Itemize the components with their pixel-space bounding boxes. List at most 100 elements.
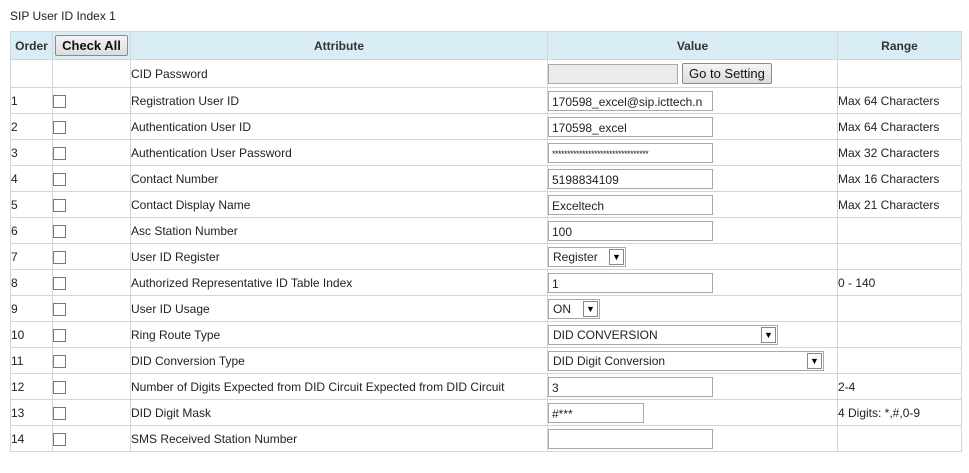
row-checkbox[interactable] — [53, 276, 66, 290]
table-row: 13 DID Digit Mask #*** 4 Digits: *,#,0-9 — [10, 399, 962, 426]
range-cell: Max 21 Characters — [837, 191, 962, 218]
check-all-header: Check All — [52, 31, 131, 60]
checkbox-cell — [52, 321, 131, 348]
user-id-register-select[interactable]: Register ▼ — [548, 246, 626, 267]
value-cell: Register ▼ — [547, 243, 838, 270]
page-title: SIP User ID Index 1 — [10, 9, 116, 23]
value-cell: ******************************** — [547, 139, 838, 166]
checkbox-cell — [52, 217, 131, 244]
select-value: DID Digit Conversion — [553, 353, 666, 368]
range-cell: Max 32 Characters — [837, 139, 962, 166]
range-cell — [837, 425, 962, 452]
checkbox-cell — [52, 295, 131, 322]
sms-received-station-input[interactable] — [548, 428, 713, 449]
value-cell: DID CONVERSION ▼ — [547, 321, 838, 348]
order-cell: 2 — [10, 113, 53, 140]
value-cell: Go to Setting — [547, 59, 838, 88]
table-row: 1 Registration User ID 170598_excel@sip.… — [10, 87, 962, 114]
range-cell: Max 64 Characters — [837, 113, 962, 140]
ring-route-type-select[interactable]: DID CONVERSION ▼ — [548, 324, 778, 345]
table-row: 2 Authentication User ID 170598_excel Ma… — [10, 113, 962, 140]
select-value: ON — [553, 301, 571, 316]
order-header: Order — [10, 31, 53, 60]
table-row: 9 User ID Usage ON ▼ — [10, 295, 962, 322]
table-row: 11 DID Conversion Type DID Digit Convers… — [10, 347, 962, 374]
go-to-setting-button[interactable]: Go to Setting — [682, 62, 772, 84]
table-row: 12 Number of Digits Expected from DID Ci… — [10, 373, 962, 400]
value-cell: 5198834109 — [547, 165, 838, 192]
attribute-cell: CID Password — [130, 59, 548, 88]
checkbox-cell — [52, 87, 131, 114]
row-checkbox[interactable] — [53, 198, 66, 212]
checkbox-cell — [52, 399, 131, 426]
checkbox-cell — [52, 191, 131, 218]
attribute-header: Attribute — [130, 31, 548, 60]
range-cell — [837, 243, 962, 270]
attribute-cell: User ID Usage — [130, 295, 548, 322]
checkbox-cell — [52, 243, 131, 270]
row-checkbox[interactable] — [53, 224, 66, 238]
value-cell: 170598_excel — [547, 113, 838, 140]
order-cell: 9 — [10, 295, 53, 322]
contact-number-input[interactable]: 5198834109 — [548, 168, 713, 189]
user-id-usage-select[interactable]: ON ▼ — [548, 298, 600, 319]
did-digit-mask-input[interactable]: #*** — [548, 402, 644, 423]
order-cell — [10, 59, 53, 88]
order-cell: 8 — [10, 269, 53, 296]
row-checkbox[interactable] — [53, 120, 66, 134]
value-cell: 170598_excel@sip.icttech.n — [547, 87, 838, 114]
order-cell: 11 — [10, 347, 53, 374]
value-cell — [547, 425, 838, 452]
attribute-cell: Authorized Representative ID Table Index — [130, 269, 548, 296]
authentication-user-id-input[interactable]: 170598_excel — [548, 116, 713, 137]
order-cell: 13 — [10, 399, 53, 426]
value-cell: #*** — [547, 399, 838, 426]
attribute-cell: Authentication User ID — [130, 113, 548, 140]
select-value: DID CONVERSION — [553, 327, 658, 342]
row-checkbox[interactable] — [53, 380, 66, 394]
asc-station-number-input[interactable]: 100 — [548, 220, 713, 241]
attribute-cell: Ring Route Type — [130, 321, 548, 348]
row-checkbox[interactable] — [53, 406, 66, 420]
row-checkbox[interactable] — [53, 172, 66, 186]
value-cell: 1 — [547, 269, 838, 296]
chevron-down-icon: ▼ — [761, 326, 776, 343]
range-cell: 4 Digits: *,#,0-9 — [837, 399, 962, 426]
registration-user-id-input[interactable]: 170598_excel@sip.icttech.n — [548, 90, 713, 111]
range-cell: 2-4 — [837, 373, 962, 400]
attribute-cell: SMS Received Station Number — [130, 425, 548, 452]
check-all-button[interactable]: Check All — [55, 35, 128, 56]
order-cell: 5 — [10, 191, 53, 218]
num-digits-expected-input[interactable]: 3 — [548, 376, 713, 397]
authorized-rep-index-input[interactable]: 1 — [548, 272, 713, 293]
cid-password-input — [548, 64, 678, 85]
did-conversion-type-select[interactable]: DID Digit Conversion ▼ — [548, 350, 824, 371]
table-row: 8 Authorized Representative ID Table Ind… — [10, 269, 962, 296]
row-checkbox[interactable] — [53, 328, 66, 342]
contact-display-name-input[interactable]: Exceltech — [548, 194, 713, 215]
order-cell: 14 — [10, 425, 53, 452]
row-checkbox[interactable] — [53, 302, 66, 316]
chevron-down-icon: ▼ — [583, 300, 598, 317]
range-cell: Max 16 Characters — [837, 165, 962, 192]
value-cell: ON ▼ — [547, 295, 838, 322]
row-checkbox[interactable] — [53, 432, 66, 446]
attribute-cell: Registration User ID — [130, 87, 548, 114]
authentication-password-input[interactable]: ******************************** — [548, 142, 713, 163]
order-cell: 3 — [10, 139, 53, 166]
range-cell: 0 - 140 — [837, 269, 962, 296]
row-checkbox[interactable] — [53, 250, 66, 264]
row-checkbox[interactable] — [53, 146, 66, 160]
table-row: 10 Ring Route Type DID CONVERSION ▼ — [10, 321, 962, 348]
checkbox-cell — [52, 139, 131, 166]
value-cell: 3 — [547, 373, 838, 400]
table-row-cid-password: CID Password Go to Setting — [10, 59, 962, 88]
value-cell: 100 — [547, 217, 838, 244]
attribute-cell: Number of Digits Expected from DID Circu… — [130, 373, 548, 400]
range-cell — [837, 347, 962, 374]
range-header: Range — [837, 31, 962, 60]
row-checkbox[interactable] — [53, 94, 66, 108]
table-row: 3 Authentication User Password *********… — [10, 139, 962, 166]
checkbox-cell — [52, 373, 131, 400]
row-checkbox[interactable] — [53, 354, 66, 368]
